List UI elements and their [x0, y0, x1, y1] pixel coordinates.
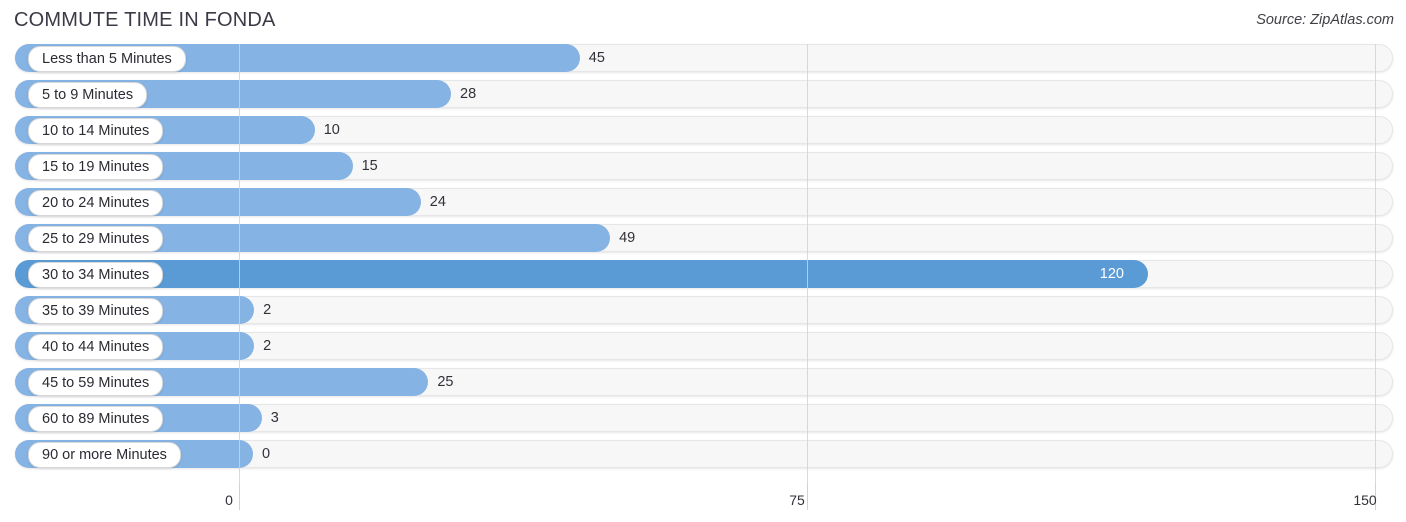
- bar-category-label: 25 to 29 Minutes: [28, 226, 164, 252]
- bar-row[interactable]: 40 to 44 Minutes 2: [0, 332, 1406, 360]
- axis-tick-label: 75: [789, 492, 805, 508]
- bar-category-label: 60 to 89 Minutes: [28, 406, 164, 432]
- bar-row[interactable]: 35 to 39 Minutes 2: [0, 296, 1406, 324]
- bar-value-label: 28: [460, 86, 477, 102]
- bar-value-label: 0: [262, 446, 271, 462]
- bar-category-label: 45 to 59 Minutes: [28, 370, 164, 396]
- bar-row[interactable]: 20 to 24 Minutes 24: [0, 188, 1406, 216]
- bar-value-label: 25: [437, 374, 454, 390]
- bar-category-label: 5 to 9 Minutes: [28, 82, 148, 108]
- bar-value-label: 45: [588, 50, 605, 66]
- axis-tick-label: 0: [225, 492, 233, 508]
- bar-value-label: 2: [263, 338, 272, 354]
- bar-category-label: 90 or more Minutes: [28, 442, 181, 468]
- bar-value-label: 15: [361, 158, 378, 174]
- bar[interactable]: [15, 260, 1148, 288]
- bar-row[interactable]: 10 to 14 Minutes 10: [0, 116, 1406, 144]
- bar-row[interactable]: 60 to 89 Minutes 3: [0, 404, 1406, 432]
- bar-row[interactable]: 25 to 29 Minutes 49: [0, 224, 1406, 252]
- bar-row[interactable]: 90 or more Minutes 0: [0, 440, 1406, 468]
- bar-value-label: 3: [270, 410, 279, 426]
- bar-category-label: 15 to 19 Minutes: [28, 154, 164, 180]
- bar-category-label: Less than 5 Minutes: [28, 46, 186, 72]
- bar-value-label: 24: [429, 194, 446, 210]
- source-attribution: Source: ZipAtlas.com: [1256, 12, 1394, 28]
- bar-row[interactable]: Less than 5 Minutes 45: [0, 44, 1406, 72]
- x-axis: 0 75 150: [0, 484, 1406, 522]
- bar-category-label: 10 to 14 Minutes: [28, 118, 164, 144]
- bar-value-label: 10: [323, 122, 340, 138]
- bar-category-label: 35 to 39 Minutes: [28, 298, 164, 324]
- bar-row[interactable]: 30 to 34 Minutes 120: [0, 260, 1406, 288]
- bar-rows: Less than 5 Minutes 45 5 to 9 Minutes 28 10 …: [0, 44, 1406, 476]
- bar-category-label: 30 to 34 Minutes: [28, 262, 164, 288]
- axis-tick-label: 150: [1353, 492, 1377, 508]
- bar-value-label: 120: [1099, 266, 1124, 282]
- axis-tick-line: [807, 484, 808, 510]
- bar-value-label: 49: [619, 230, 636, 246]
- page-title: COMMUTE TIME IN FONDA: [14, 9, 276, 31]
- bar-row[interactable]: 5 to 9 Minutes 28: [0, 80, 1406, 108]
- chart-header: COMMUTE TIME IN FONDA Source: ZipAtlas.c…: [0, 0, 1406, 44]
- axis-tick-line: [239, 484, 240, 510]
- bar-row[interactable]: 45 to 59 Minutes 25: [0, 368, 1406, 396]
- bar-category-label: 40 to 44 Minutes: [28, 334, 164, 360]
- bar-category-label: 20 to 24 Minutes: [28, 190, 164, 216]
- bar-value-label: 2: [263, 302, 272, 318]
- bar-row[interactable]: 15 to 19 Minutes 15: [0, 152, 1406, 180]
- chart-plot-area: Less than 5 Minutes 45 5 to 9 Minutes 28 10 …: [0, 44, 1406, 485]
